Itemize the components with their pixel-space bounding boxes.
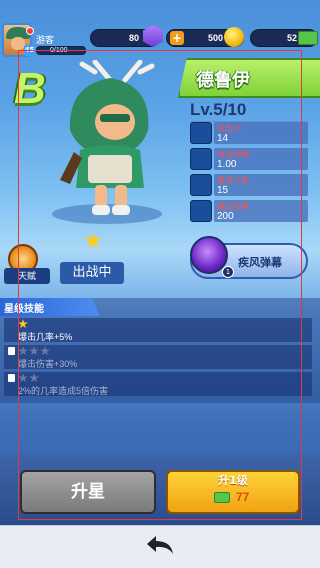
gold-coin-icon	[224, 27, 244, 47]
notification-dot	[26, 27, 34, 35]
add-gold-icon[interactable]: +	[170, 31, 184, 45]
selection-frame	[18, 50, 302, 520]
gold-value: 500	[207, 33, 223, 43]
lock-icon	[8, 347, 15, 355]
cash-value: 52	[286, 33, 297, 43]
player-name: 游客	[36, 35, 55, 45]
back-arrow-icon[interactable]	[144, 532, 176, 558]
cash-icon	[298, 31, 318, 45]
gems-value: 80	[128, 33, 139, 43]
lock-icon	[8, 374, 15, 382]
